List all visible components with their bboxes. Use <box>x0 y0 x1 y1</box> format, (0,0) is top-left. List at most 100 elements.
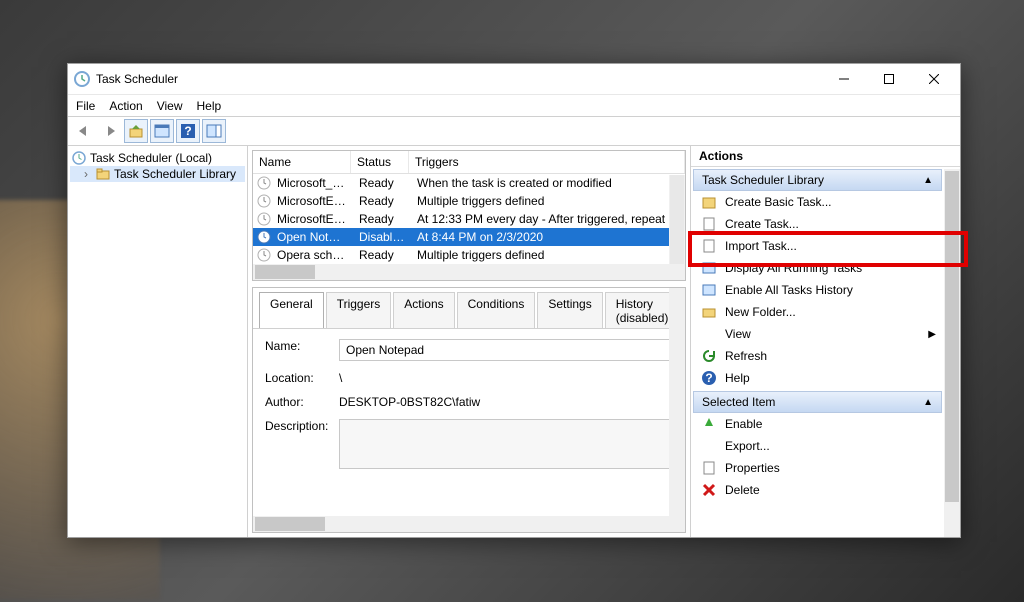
chevron-up-icon: ▲ <box>923 175 933 186</box>
menu-file[interactable]: File <box>76 99 95 113</box>
chevron-right-icon: ▶ <box>928 329 936 340</box>
menu-action[interactable]: Action <box>109 99 142 113</box>
menu-help[interactable]: Help <box>197 99 222 113</box>
action-label: Properties <box>725 461 780 475</box>
minimize-button[interactable] <box>821 65 866 93</box>
svg-text:?: ? <box>705 371 712 385</box>
show-hide-console-button[interactable] <box>150 119 174 143</box>
action-enable[interactable]: Enable <box>691 413 944 435</box>
name-field[interactable] <box>339 339 673 361</box>
action-new-folder[interactable]: New Folder... <box>691 301 944 323</box>
action-label: Enable <box>725 417 762 431</box>
task-triggers: When the task is created or modified <box>411 176 685 190</box>
folder-icon <box>701 304 717 320</box>
scrollbar-thumb[interactable] <box>670 175 684 264</box>
expand-icon[interactable]: › <box>84 167 92 181</box>
close-button[interactable] <box>911 65 956 93</box>
actions-section-library[interactable]: Task Scheduler Library ▲ <box>693 169 942 191</box>
toolbar: ? <box>68 116 960 146</box>
scrollbar-thumb[interactable] <box>255 265 315 279</box>
action-create-task[interactable]: Create Task... <box>691 213 944 235</box>
clock-icon <box>257 230 271 244</box>
menu-view[interactable]: View <box>157 99 183 113</box>
export-icon <box>701 438 717 454</box>
task-status: Disabled <box>353 230 411 244</box>
titlebar: Task Scheduler <box>68 64 960 94</box>
details-pane: General Triggers Actions Conditions Sett… <box>252 287 686 533</box>
tab-conditions[interactable]: Conditions <box>457 292 536 329</box>
scrollbar-thumb[interactable] <box>255 517 325 531</box>
details-vscrollbar[interactable] <box>669 288 685 516</box>
action-label: Delete <box>725 483 760 497</box>
action-label: Create Task... <box>725 217 799 231</box>
up-button[interactable] <box>124 119 148 143</box>
location-value: \ <box>339 371 673 385</box>
properties-icon <box>701 460 717 476</box>
details-hscrollbar[interactable] <box>253 516 685 532</box>
app-icon <box>74 71 90 87</box>
author-value: DESKTOP-0BST82C\fatiw <box>339 395 673 409</box>
middle-pane: Name Status Triggers Microsoft_H... Read… <box>248 146 690 537</box>
actions-pane-title: Actions <box>691 146 960 167</box>
task-list-body: Microsoft_H... Ready When the task is cr… <box>253 174 685 264</box>
tab-actions[interactable]: Actions <box>393 292 454 329</box>
description-field[interactable] <box>339 419 673 469</box>
menubar: File Action View Help <box>68 94 960 116</box>
action-create-basic-task[interactable]: Create Basic Task... <box>691 191 944 213</box>
task-status: Ready <box>353 248 411 262</box>
actions-vscrollbar[interactable] <box>944 169 960 537</box>
action-label: Import Task... <box>725 239 797 253</box>
help-button-toolbar[interactable]: ? <box>176 119 200 143</box>
action-enable-history[interactable]: Enable All Tasks History <box>691 279 944 301</box>
task-list-hscrollbar[interactable] <box>253 264 685 280</box>
task-list-vscrollbar[interactable] <box>669 175 685 264</box>
tab-triggers[interactable]: Triggers <box>326 292 392 329</box>
tab-general[interactable]: General <box>259 292 324 329</box>
actions-pane: Actions Task Scheduler Library ▲ Create … <box>690 146 960 537</box>
action-import-task[interactable]: Import Task... <box>691 235 944 257</box>
task-triggers: At 12:33 PM every day - After triggered,… <box>411 212 685 226</box>
maximize-button[interactable] <box>866 65 911 93</box>
refresh-icon <box>701 348 717 364</box>
scrollbar-thumb[interactable] <box>945 171 959 502</box>
clock-icon <box>72 151 86 165</box>
action-properties[interactable]: Properties <box>691 457 944 479</box>
task-list: Name Status Triggers Microsoft_H... Read… <box>252 150 686 281</box>
forward-button[interactable] <box>98 119 122 143</box>
col-header-triggers[interactable]: Triggers <box>409 151 685 173</box>
description-label: Description: <box>265 419 339 433</box>
tabs: General Triggers Actions Conditions Sett… <box>253 288 685 329</box>
back-button[interactable] <box>72 119 96 143</box>
clock-icon <box>257 212 271 226</box>
task-row[interactable]: MicrosoftEd... Ready Multiple triggers d… <box>253 192 685 210</box>
tab-settings[interactable]: Settings <box>537 292 602 329</box>
task-triggers: Multiple triggers defined <box>411 194 685 208</box>
clock-icon <box>257 248 271 262</box>
show-hide-action-pane-button[interactable] <box>202 119 226 143</box>
task-status: Ready <box>353 176 411 190</box>
action-export[interactable]: Export... <box>691 435 944 457</box>
tree-root[interactable]: Task Scheduler (Local) <box>70 150 245 166</box>
actions-section-selected[interactable]: Selected Item ▲ <box>693 391 942 413</box>
action-delete[interactable]: Delete <box>691 479 944 501</box>
action-label: Enable All Tasks History <box>725 283 853 297</box>
delete-icon <box>701 482 717 498</box>
task-row-selected[interactable]: Open Notep... Disabled At 8:44 PM on 2/3… <box>253 228 685 246</box>
action-help[interactable]: ? Help <box>691 367 944 389</box>
col-header-status[interactable]: Status <box>351 151 409 173</box>
task-row[interactable]: Microsoft_H... Ready When the task is cr… <box>253 174 685 192</box>
task-list-header: Name Status Triggers <box>253 151 685 174</box>
history-icon <box>701 282 717 298</box>
content-area: Task Scheduler (Local) › Task Scheduler … <box>68 146 960 537</box>
action-label: Create Basic Task... <box>725 195 832 209</box>
col-header-name[interactable]: Name <box>253 151 351 173</box>
section-label: Selected Item <box>702 395 775 409</box>
action-view[interactable]: View ▶ <box>691 323 944 345</box>
tree-library[interactable]: › Task Scheduler Library <box>70 166 245 182</box>
action-display-running[interactable]: Display All Running Tasks <box>691 257 944 279</box>
action-label: New Folder... <box>725 305 796 319</box>
task-row[interactable]: MicrosoftEd... Ready At 12:33 PM every d… <box>253 210 685 228</box>
action-label: Display All Running Tasks <box>725 261 862 275</box>
action-refresh[interactable]: Refresh <box>691 345 944 367</box>
task-row[interactable]: Opera sched... Ready Multiple triggers d… <box>253 246 685 264</box>
